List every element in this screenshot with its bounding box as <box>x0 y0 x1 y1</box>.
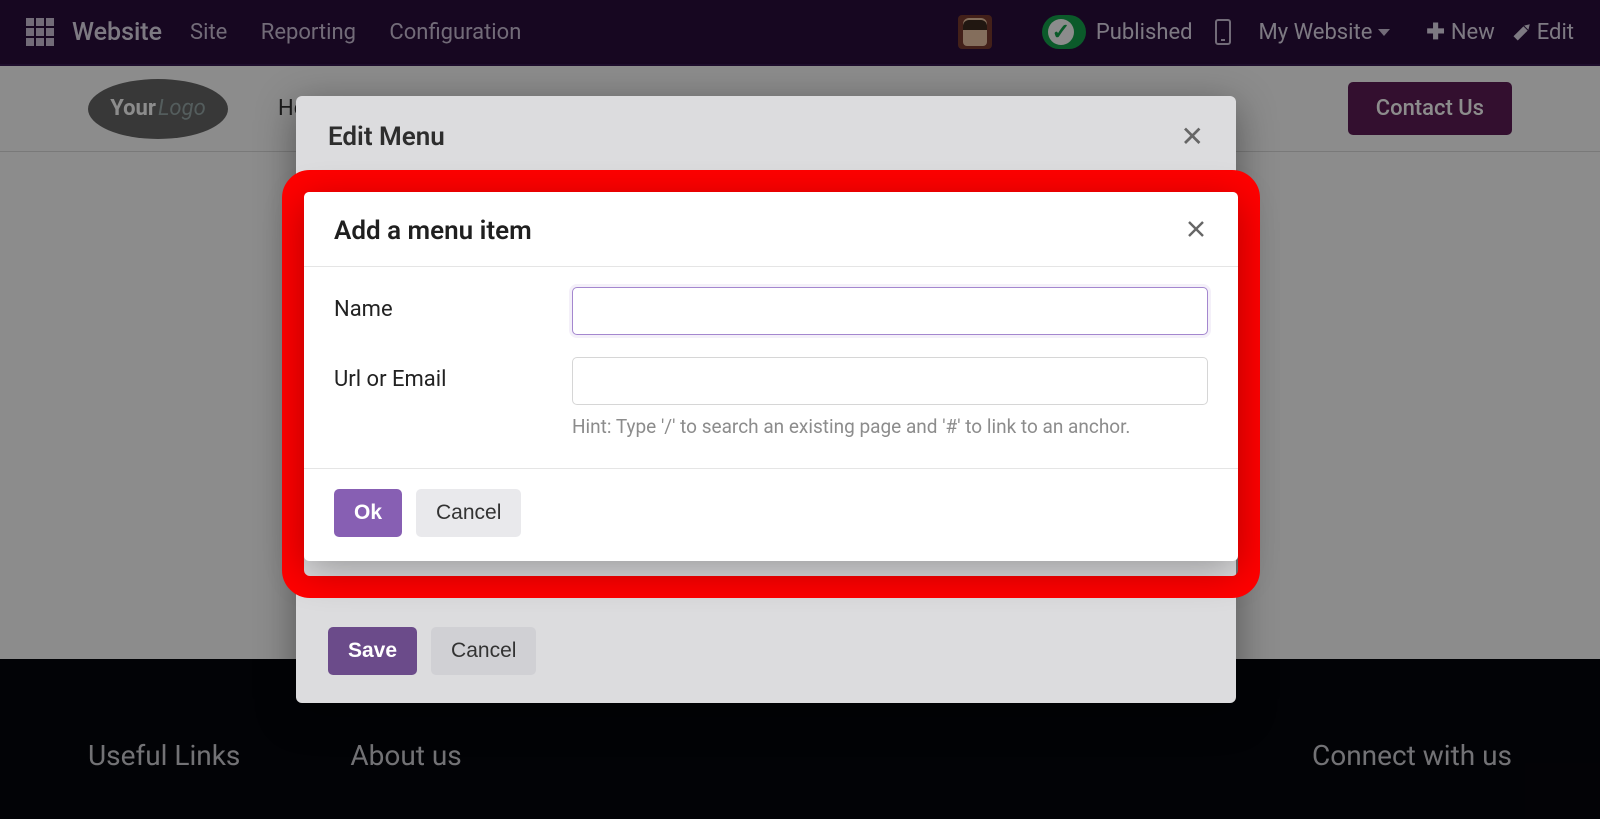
cancel-button[interactable]: Cancel <box>416 489 521 537</box>
name-label: Name <box>334 287 572 322</box>
save-button[interactable]: Save <box>328 627 417 675</box>
url-hint: Hint: Type '/' to search an existing pag… <box>572 415 1208 438</box>
cancel-button[interactable]: Cancel <box>431 627 536 675</box>
edit-menu-title: Edit Menu <box>328 122 445 152</box>
name-input[interactable] <box>572 287 1208 335</box>
ok-button[interactable]: Ok <box>334 489 402 537</box>
url-label: Url or Email <box>334 357 572 392</box>
close-icon[interactable]: ✕ <box>1181 120 1204 153</box>
close-icon[interactable] <box>1184 217 1208 245</box>
add-menu-item-title: Add a menu item <box>334 216 532 246</box>
url-input[interactable] <box>572 357 1208 405</box>
add-menu-item-modal: Add a menu item Name Url or Email Hint: … <box>304 192 1238 561</box>
